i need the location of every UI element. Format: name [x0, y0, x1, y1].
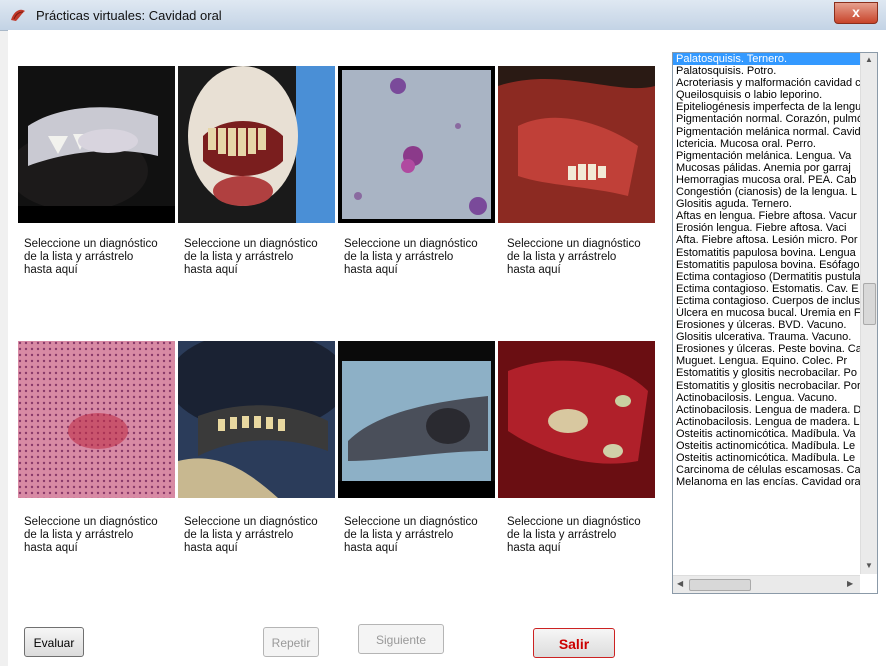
diagnosis-list-item[interactable]: Erosiones y úlceras. BVD. Vacuno. — [673, 319, 860, 331]
diagnosis-list-item[interactable]: Úlcera en mucosa bucal. Uremia en F — [673, 307, 860, 319]
diagnosis-list-item[interactable]: Congestión (cianosis) de la lengua. L — [673, 186, 860, 198]
diagnosis-list-item[interactable]: Pigmentación melánica normal. Cavid — [673, 126, 860, 138]
diagnosis-list-item[interactable]: Queilosquisis o labio leporino. — [673, 89, 860, 101]
horizontal-scrollbar[interactable]: ◀ ▶ — [673, 575, 860, 593]
diagnosis-list-item[interactable]: Muguet. Lengua. Equino. Colec. Pr — [673, 355, 860, 367]
diagnosis-listbox[interactable]: Palatosquisis. Ternero. Palatosquisis. Po… — [672, 52, 878, 594]
app-icon — [11, 9, 25, 21]
close-icon: x — [852, 4, 860, 20]
specimen-image-8 — [498, 341, 655, 498]
specimen-image-1 — [18, 66, 175, 223]
diagnosis-list-item[interactable]: Estomatitis papulosa bovina. Esófago — [673, 259, 860, 271]
drop-zone-6[interactable]: Seleccione un diagnóstico de la lista y … — [180, 512, 326, 590]
scroll-right-icon[interactable]: ▶ — [847, 579, 853, 588]
drop-zone-2[interactable]: Seleccione un diagnóstico de la lista y … — [180, 234, 326, 312]
diagnosis-list-item[interactable]: Estomatitis papulosa bovina. Lengua — [673, 247, 860, 259]
diagnosis-list-item[interactable]: Carcinoma de células escamosas. Ca — [673, 464, 860, 476]
diagnosis-list-item[interactable]: Ectima contagioso. Cuerpos de inclus — [673, 295, 860, 307]
exit-button[interactable]: Salir — [533, 628, 615, 658]
drop-zone-3[interactable]: Seleccione un diagnóstico de la lista y … — [340, 234, 486, 312]
window-title: Prácticas virtuales: Cavidad oral — [36, 8, 222, 23]
diagnosis-list-item[interactable]: Actinobacilosis. Lengua de madera. L — [673, 416, 860, 428]
vertical-scrollbar[interactable]: ▲ ▼ — [860, 53, 877, 574]
diagnosis-list-item[interactable]: Estomatitis y glositis necrobacilar. Por — [673, 380, 860, 392]
horizontal-scroll-thumb[interactable] — [689, 579, 751, 591]
drop-zone-instruction: Seleccione un diagnóstico de la lista y … — [507, 516, 641, 554]
specimen-image-6 — [178, 341, 335, 498]
drop-zone-8[interactable]: Seleccione un diagnóstico de la lista y … — [503, 512, 649, 590]
vertical-scroll-thumb[interactable] — [863, 283, 876, 325]
title-bar[interactable]: Prácticas virtuales: Cavidad oral x — [0, 0, 886, 31]
drop-zone-5[interactable]: Seleccione un diagnóstico de la lista y … — [20, 512, 166, 590]
specimen-image-2 — [178, 66, 335, 223]
drop-zone-7[interactable]: Seleccione un diagnóstico de la lista y … — [340, 512, 486, 590]
specimen-image-3 — [338, 66, 495, 223]
diagnosis-list-item[interactable]: Erosiones y úlceras. Peste bovina. Ca — [673, 343, 860, 355]
diagnosis-list-item[interactable]: Actinobacilosis. Lengua. Vacuno. — [673, 392, 860, 404]
diagnosis-list-item[interactable]: Erosión lengua. Fiebre aftosa. Vaci — [673, 222, 860, 234]
diagnosis-list-item[interactable]: Mucosas pálidas. Anemia por garraj — [673, 162, 860, 174]
diagnosis-list-item[interactable]: Hemorragias mucosa oral. PEA. Cab — [673, 174, 860, 186]
diagnosis-list-item[interactable]: Epiteliogénesis imperfecta de la lengu — [673, 101, 860, 113]
drop-zone-1[interactable]: Seleccione un diagnóstico de la lista y … — [20, 234, 166, 312]
diagnosis-list-item[interactable]: Osteitis actinomicótica. Madíbula. Va — [673, 428, 860, 440]
scroll-left-icon[interactable]: ◀ — [677, 579, 683, 588]
drop-zone-instruction: Seleccione un diagnóstico de la lista y … — [24, 238, 158, 276]
drop-zone-instruction: Seleccione un diagnóstico de la lista y … — [184, 516, 318, 554]
next-button[interactable]: Siguiente — [358, 624, 444, 654]
scroll-down-icon[interactable]: ▼ — [865, 561, 873, 570]
diagnosis-list-item[interactable]: Aftas en lengua. Fiebre aftosa. Vacur — [673, 210, 860, 222]
diagnosis-list[interactable]: Palatosquisis. Ternero. Palatosquisis. Po… — [673, 53, 860, 574]
diagnosis-list-item[interactable]: Palatosquisis. Ternero. — [673, 53, 860, 66]
diagnosis-list-item[interactable]: Estomatitis y glositis necrobacilar. Po — [673, 367, 860, 379]
app-window: Prácticas virtuales: Cavidad oral x Sele… — [0, 0, 886, 666]
diagnosis-list-item[interactable]: Glositis aguda. Ternero. — [673, 198, 860, 210]
close-button[interactable]: x — [834, 2, 878, 24]
drop-zone-instruction: Seleccione un diagnóstico de la lista y … — [344, 516, 478, 554]
repeat-button[interactable]: Repetir — [263, 627, 319, 657]
evaluate-button[interactable]: Evaluar — [24, 627, 84, 657]
scroll-up-icon[interactable]: ▲ — [865, 55, 873, 64]
diagnosis-list-item[interactable]: Ectima contagioso. Estomatis. Cav. E — [673, 283, 860, 295]
diagnosis-list-item[interactable]: Pigmentación normal. Corazón, pulmó — [673, 113, 860, 125]
specimen-image-7 — [338, 341, 495, 498]
diagnosis-list-item[interactable]: Melanoma en las encías. Cavidad ora — [673, 476, 860, 488]
diagnosis-list-item[interactable]: Ectima contagioso (Dermatitis pustula — [673, 271, 860, 283]
diagnosis-list-item[interactable]: Palatosquisis. Potro. — [673, 65, 860, 77]
diagnosis-list-item[interactable]: Glositis ulcerativa. Trauma. Vacuno. — [673, 331, 860, 343]
drop-zone-instruction: Seleccione un diagnóstico de la lista y … — [507, 238, 641, 276]
diagnosis-list-item[interactable]: Osteitis actinomicótica. Madíbula. Le — [673, 440, 860, 452]
diagnosis-list-item[interactable]: Osteitis actinomicótica. Madíbula. Le — [673, 452, 860, 464]
specimen-image-4 — [498, 66, 655, 223]
drop-zone-4[interactable]: Seleccione un diagnóstico de la lista y … — [503, 234, 649, 312]
diagnosis-list-item[interactable]: Ictericia. Mucosa oral. Perro. — [673, 138, 860, 150]
drop-zone-instruction: Seleccione un diagnóstico de la lista y … — [184, 238, 318, 276]
drop-zone-instruction: Seleccione un diagnóstico de la lista y … — [24, 516, 158, 554]
diagnosis-list-item[interactable]: Pigmentación melánica. Lengua. Va — [673, 150, 860, 162]
drop-zone-instruction: Seleccione un diagnóstico de la lista y … — [344, 238, 478, 276]
diagnosis-list-item[interactable]: Acroteriasis y malformación cavidad c — [673, 77, 860, 89]
diagnosis-list-item[interactable]: Afta. Fiebre aftosa. Lesión micro. Por — [673, 234, 860, 246]
diagnosis-list-item[interactable]: Actinobacilosis. Lengua de madera. D — [673, 404, 860, 416]
specimen-image-5 — [18, 341, 175, 498]
